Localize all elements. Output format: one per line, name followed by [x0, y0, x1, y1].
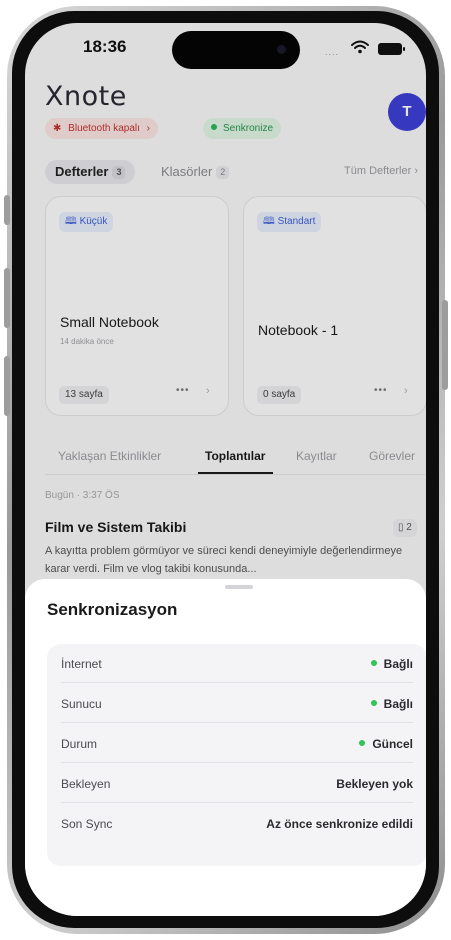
row-value-text: Bağlı: [383, 697, 413, 711]
row-value: Az önce senkronize edildi: [266, 817, 413, 831]
row-label: Son Sync: [61, 817, 113, 831]
screen: 18:36 .... Xnote T ✱ Bluetooth kapalı › …: [25, 23, 426, 916]
row-label: Bekleyen: [61, 777, 111, 791]
status-dot-icon: [359, 740, 366, 746]
list-item: Son Sync Az önce senkronize edildi: [61, 804, 413, 843]
row-label: İnternet: [61, 657, 102, 671]
sheet-title: Senkronizasyon: [47, 600, 178, 619]
row-value-text: Güncel: [372, 737, 413, 751]
volume-up-button: [4, 268, 10, 328]
row-value: Bağlı: [370, 697, 413, 711]
sync-status-list: İnternet Bağlı Sunucu Bağlı Durum Güncel…: [47, 644, 426, 866]
sync-bottom-sheet: Senkronizasyon İnternet Bağlı Sunucu Bağ…: [25, 579, 426, 916]
row-label: Durum: [61, 737, 98, 751]
list-item: Bekleyen Bekleyen yok: [61, 764, 413, 803]
action-button: [4, 195, 10, 225]
row-value: Güncel: [359, 737, 413, 751]
list-item: Durum Güncel: [61, 724, 413, 763]
row-value: Bağlı: [370, 657, 413, 671]
status-dot-icon: [370, 700, 377, 706]
row-value: Bekleyen yok: [336, 777, 413, 791]
sheet-drag-handle[interactable]: [225, 585, 253, 589]
list-item: Sunucu Bağlı: [61, 684, 413, 723]
list-item: İnternet Bağlı: [61, 644, 413, 683]
status-dot-icon: [370, 660, 377, 666]
row-value-text: Bağlı: [383, 657, 413, 671]
power-button: [442, 300, 448, 390]
row-label: Sunucu: [61, 697, 102, 711]
volume-down-button: [4, 356, 10, 416]
